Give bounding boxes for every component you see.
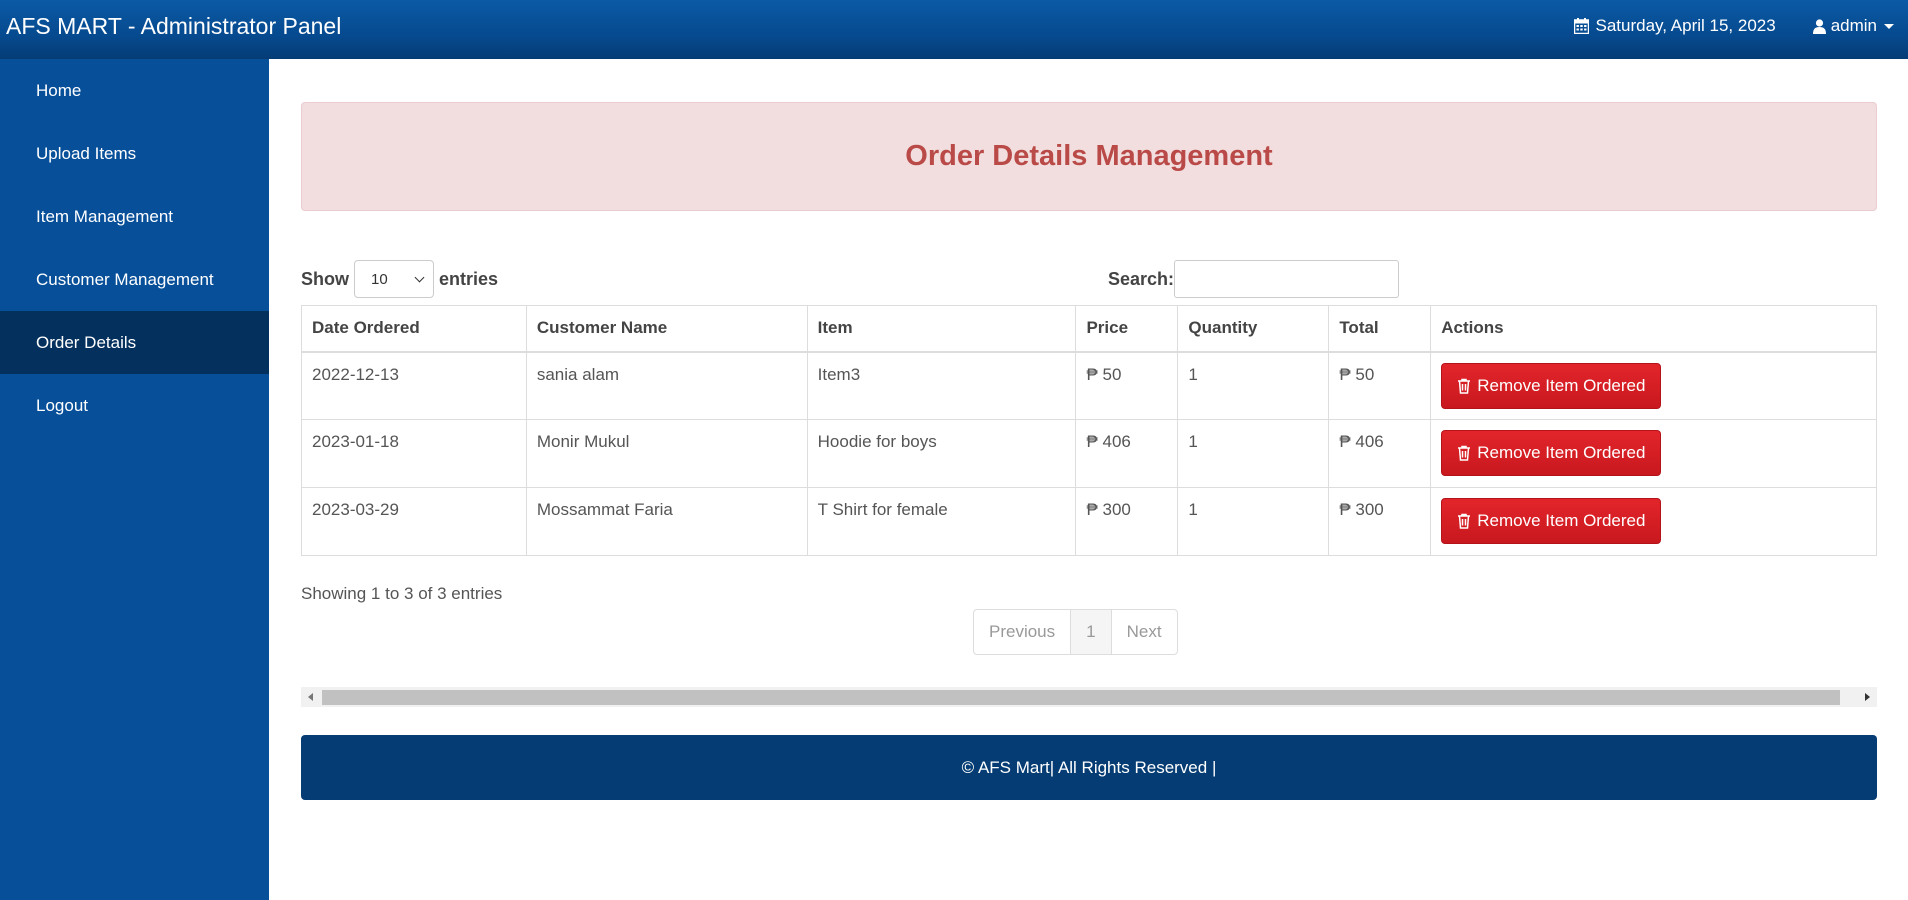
cell-price: ₱ 406 <box>1075 419 1179 488</box>
cell-price: ₱ 300 <box>1075 487 1179 556</box>
next-page-button[interactable]: Next <box>1110 609 1178 655</box>
sidebar: Home Upload Items Item Management Custom… <box>0 59 269 900</box>
sidebar-item-upload-items[interactable]: Upload Items <box>0 122 269 185</box>
remove-button-label: Remove Item Ordered <box>1477 443 1646 462</box>
horizontal-scrollbar[interactable] <box>301 687 1877 707</box>
sidebar-item-label: Logout <box>36 395 88 415</box>
table-row: 2023-01-18 Monir Mukul Hoodie for boys ₱… <box>301 419 1877 488</box>
pagination: Previous 1 Next <box>973 609 1877 655</box>
table-row: 2022-12-13 sania alam Item3 ₱ 50 1 ₱ 50 … <box>301 351 1877 420</box>
sidebar-item-label: Upload Items <box>36 143 137 163</box>
column-header-item[interactable]: Item <box>806 305 1077 353</box>
previous-page-button[interactable]: Previous <box>973 609 1072 655</box>
cell-date-ordered: 2023-01-18 <box>301 419 527 488</box>
orders-table: Date Ordered Customer Name Item Price Qu… <box>301 305 1877 556</box>
search-input[interactable] <box>1174 260 1400 298</box>
trash-icon <box>1458 445 1471 461</box>
page-footer: © AFS Mart| All Rights Reserved | <box>301 735 1877 800</box>
sidebar-item-customer-management[interactable]: Customer Management <box>0 248 269 311</box>
page-banner: Order Details Management <box>301 102 1877 211</box>
cell-customer-name: Monir Mukul <box>525 419 808 488</box>
entries-length-control: Show 10 entries <box>301 260 498 298</box>
scrollbar-thumb[interactable] <box>322 690 1840 705</box>
sidebar-item-logout[interactable]: Logout <box>0 374 269 437</box>
app-title[interactable]: AFS MART - Administrator Panel <box>6 13 341 40</box>
cell-total: ₱ 406 <box>1328 419 1432 488</box>
chevron-down-icon <box>414 272 425 282</box>
top-navbar: AFS MART - Administrator Panel Saturday,… <box>0 0 1908 59</box>
user-icon <box>1812 18 1826 34</box>
remove-item-ordered-button[interactable]: Remove Item Ordered <box>1441 430 1662 476</box>
page-1-button[interactable]: 1 <box>1071 609 1111 655</box>
table-info: Showing 1 to 3 of 3 entries <box>301 584 503 603</box>
calendar-icon <box>1574 18 1590 34</box>
page-title: Order Details Management <box>905 140 1273 172</box>
column-header-quantity[interactable]: Quantity <box>1177 305 1330 353</box>
show-label: Show <box>301 268 349 289</box>
trash-icon <box>1458 378 1471 394</box>
cell-quantity: 1 <box>1177 351 1330 420</box>
column-header-customer-name[interactable]: Customer Name <box>525 305 808 353</box>
sidebar-item-label: Order Details <box>36 332 137 352</box>
user-name: admin <box>1830 16 1877 35</box>
sidebar-item-label: Customer Management <box>36 269 214 289</box>
cell-date-ordered: 2022-12-13 <box>301 351 527 420</box>
navbar-right: Saturday, April 15, 2023 admin <box>1574 0 1908 52</box>
cell-price: ₱ 50 <box>1075 351 1179 420</box>
entries-select[interactable]: 10 <box>354 260 434 298</box>
chevron-down-icon <box>1884 23 1894 29</box>
sidebar-item-label: Home <box>36 80 82 100</box>
sidebar-item-order-details[interactable]: Order Details <box>0 311 269 374</box>
remove-item-ordered-button[interactable]: Remove Item Ordered <box>1441 498 1662 544</box>
scroll-right-icon[interactable] <box>1865 693 1870 701</box>
cell-actions: Remove Item Ordered <box>1430 487 1877 556</box>
search-control: Search: <box>1108 260 1400 298</box>
cell-actions: Remove Item Ordered <box>1430 351 1877 420</box>
remove-button-label: Remove Item Ordered <box>1477 511 1646 530</box>
sidebar-item-label: Item Management <box>36 206 174 226</box>
cell-quantity: 1 <box>1177 419 1330 488</box>
cell-item: T Shirt for female <box>806 487 1077 556</box>
table-row: 2023-03-29 Mossammat Faria T Shirt for f… <box>301 487 1877 556</box>
cell-total: ₱ 50 <box>1328 351 1432 420</box>
cell-item: Item3 <box>806 351 1077 420</box>
user-menu[interactable]: admin <box>1812 16 1894 36</box>
remove-item-ordered-button[interactable]: Remove Item Ordered <box>1441 362 1662 409</box>
entries-label: entries <box>439 268 499 289</box>
table-header-row: Date Ordered Customer Name Item Price Qu… <box>301 305 1877 353</box>
column-header-date-ordered[interactable]: Date Ordered <box>301 305 527 353</box>
sidebar-item-item-management[interactable]: Item Management <box>0 185 269 248</box>
cell-item: Hoodie for boys <box>806 419 1077 488</box>
trash-icon <box>1458 513 1471 529</box>
main-content: Order Details Management Show 10 entries… <box>301 102 1877 800</box>
column-header-total[interactable]: Total <box>1328 305 1432 353</box>
sidebar-item-home[interactable]: Home <box>0 59 269 122</box>
current-date: Saturday, April 15, 2023 <box>1574 16 1776 36</box>
copyright-text: © AFS Mart| All Rights Reserved | <box>961 757 1217 777</box>
date-text: Saturday, April 15, 2023 <box>1595 16 1776 35</box>
remove-button-label: Remove Item Ordered <box>1477 375 1646 395</box>
column-header-actions: Actions <box>1430 305 1877 353</box>
entries-select-value: 10 <box>371 270 388 288</box>
cell-date-ordered: 2023-03-29 <box>301 487 527 556</box>
scroll-left-icon[interactable] <box>308 693 313 701</box>
cell-actions: Remove Item Ordered <box>1430 419 1877 488</box>
cell-quantity: 1 <box>1177 487 1330 556</box>
cell-total: ₱ 300 <box>1328 487 1432 556</box>
cell-customer-name: Mossammat Faria <box>525 487 808 556</box>
search-label: Search: <box>1108 268 1175 289</box>
table-controls: Show 10 entries Search: <box>301 260 1877 306</box>
cell-customer-name: sania alam <box>525 351 808 420</box>
column-header-price[interactable]: Price <box>1075 305 1179 353</box>
